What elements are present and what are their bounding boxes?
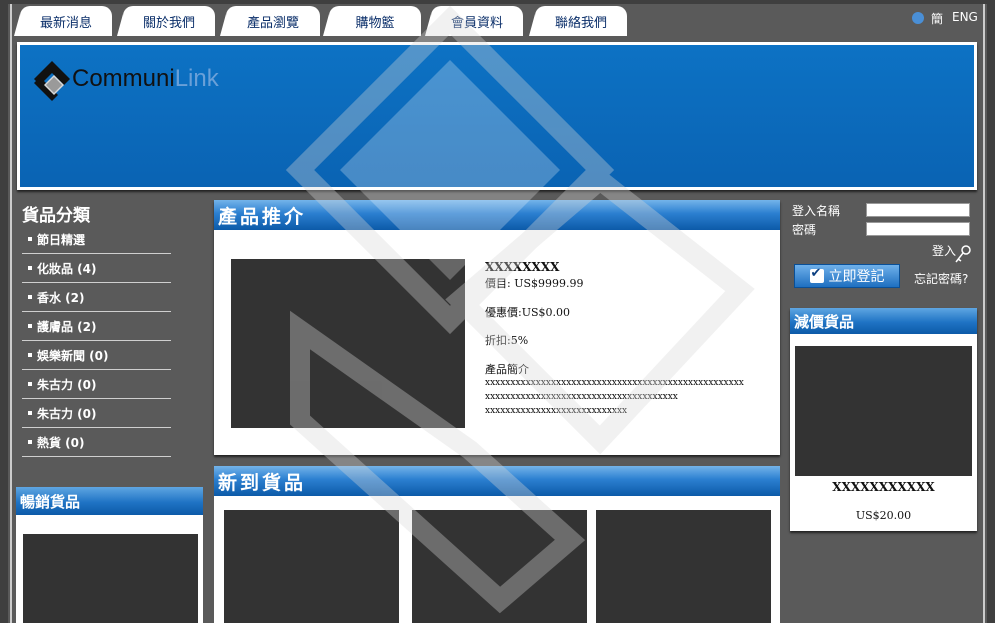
featured-desc-line: xxxxxxxxxxxxxxxxxxxxxxxxxxxx	[485, 406, 628, 416]
category-item[interactable]: 化妝品 (4)	[22, 254, 171, 283]
category-item[interactable]: 熱貨 (0)	[22, 428, 171, 457]
category-item[interactable]: 朱古力 (0)	[22, 399, 171, 428]
key-icon[interactable]	[954, 244, 972, 264]
tab-shopping-basket[interactable]: 購物籃	[329, 6, 421, 36]
new-arrival-product-image[interactable]	[412, 510, 587, 623]
register-button[interactable]: 立即登記	[794, 264, 900, 288]
bestsellers-title: 暢銷貨品	[16, 487, 203, 517]
featured-discount: 折扣:5%	[485, 334, 529, 347]
category-item[interactable]: 娛樂新聞 (0)	[22, 341, 171, 370]
new-arrival-product-image[interactable]	[596, 510, 771, 623]
featured-desc-line: xxxxxxxxxxxxxxxxxxxxxxxxxxxxxxxxxxxxxx	[485, 392, 678, 402]
bestseller-product-image[interactable]	[23, 534, 198, 623]
username-input[interactable]	[866, 203, 970, 217]
brand-name-part1: Communi	[72, 65, 175, 92]
bestsellers-panel: 暢銷貨品	[16, 487, 203, 623]
tab-about-us[interactable]: 關於我們	[123, 6, 215, 36]
header-banner: CommuniLink	[17, 42, 977, 190]
discounted-product-price: US$20.00	[855, 509, 912, 522]
username-label: 登入名稱	[792, 204, 841, 218]
new-arrivals-panel: 新到貨品	[214, 466, 780, 623]
featured-product-name[interactable]: XXXXXXXX	[485, 260, 559, 274]
tab-contact-us[interactable]: 聯絡我們	[535, 6, 627, 36]
tab-member-info[interactable]: 會員資料	[431, 6, 523, 36]
featured-sale-price: 優惠價:US$0.00	[485, 306, 571, 319]
login-link[interactable]: 登入	[932, 242, 956, 259]
globe-icon	[912, 12, 924, 24]
category-title: 貨品分類	[22, 206, 90, 226]
page-right-edge	[987, 0, 995, 623]
brand-name-part2: Link	[174, 65, 219, 92]
forgot-password-link[interactable]: 忘記密碼?	[914, 270, 968, 287]
page-frame: 最新消息 關於我們 產品瀏覽 購物籃 會員資料 聯絡我們 簡 ENG Commu…	[0, 0, 995, 623]
new-arrival-product-image[interactable]	[224, 510, 399, 623]
category-item[interactable]: 香水 (2)	[22, 283, 171, 312]
discounted-product-name[interactable]: XXXXXXXXXXX	[790, 480, 977, 494]
featured-list-price: 價目: US$9999.99	[485, 277, 584, 290]
category-item[interactable]: 朱古力 (0)	[22, 370, 171, 399]
tab-product-browse[interactable]: 產品瀏覽	[226, 6, 320, 36]
page-left-edge	[0, 0, 8, 623]
featured-product-panel: 產品推介 XXXXXXXX 價目: US$9999.99 優惠價:US$0.00…	[214, 200, 780, 455]
checkmark-icon	[809, 266, 824, 283]
password-input[interactable]	[866, 222, 970, 236]
category-item[interactable]: 節日精選	[22, 225, 171, 254]
new-arrivals-title: 新到貨品	[214, 466, 780, 496]
brand-logo-text: CommuniLink	[72, 65, 219, 93]
featured-product-image[interactable]	[231, 259, 465, 428]
discounted-title: 減價貨品	[790, 308, 977, 336]
register-button-label: 立即登記	[828, 269, 885, 285]
lang-english-link[interactable]: ENG	[952, 10, 978, 24]
featured-desc-line: xxxxxxxxxxxxxxxxxxxxxxxxxxxxxxxxxxxxxxxx…	[485, 378, 744, 388]
lang-simplified-link[interactable]: 簡	[931, 10, 943, 27]
password-label: 密碼	[792, 223, 817, 237]
discounted-product-image[interactable]	[795, 346, 972, 476]
category-item[interactable]: 護膚品 (2)	[22, 312, 171, 341]
featured-desc-label: 產品簡介	[485, 363, 529, 376]
communilink-logo-icon	[34, 61, 70, 101]
featured-title: 產品推介	[214, 200, 780, 230]
discounted-products-panel: 減價貨品 XXXXXXXXXXX US$20.00	[790, 308, 977, 531]
tab-latest-news[interactable]: 最新消息	[20, 6, 112, 36]
